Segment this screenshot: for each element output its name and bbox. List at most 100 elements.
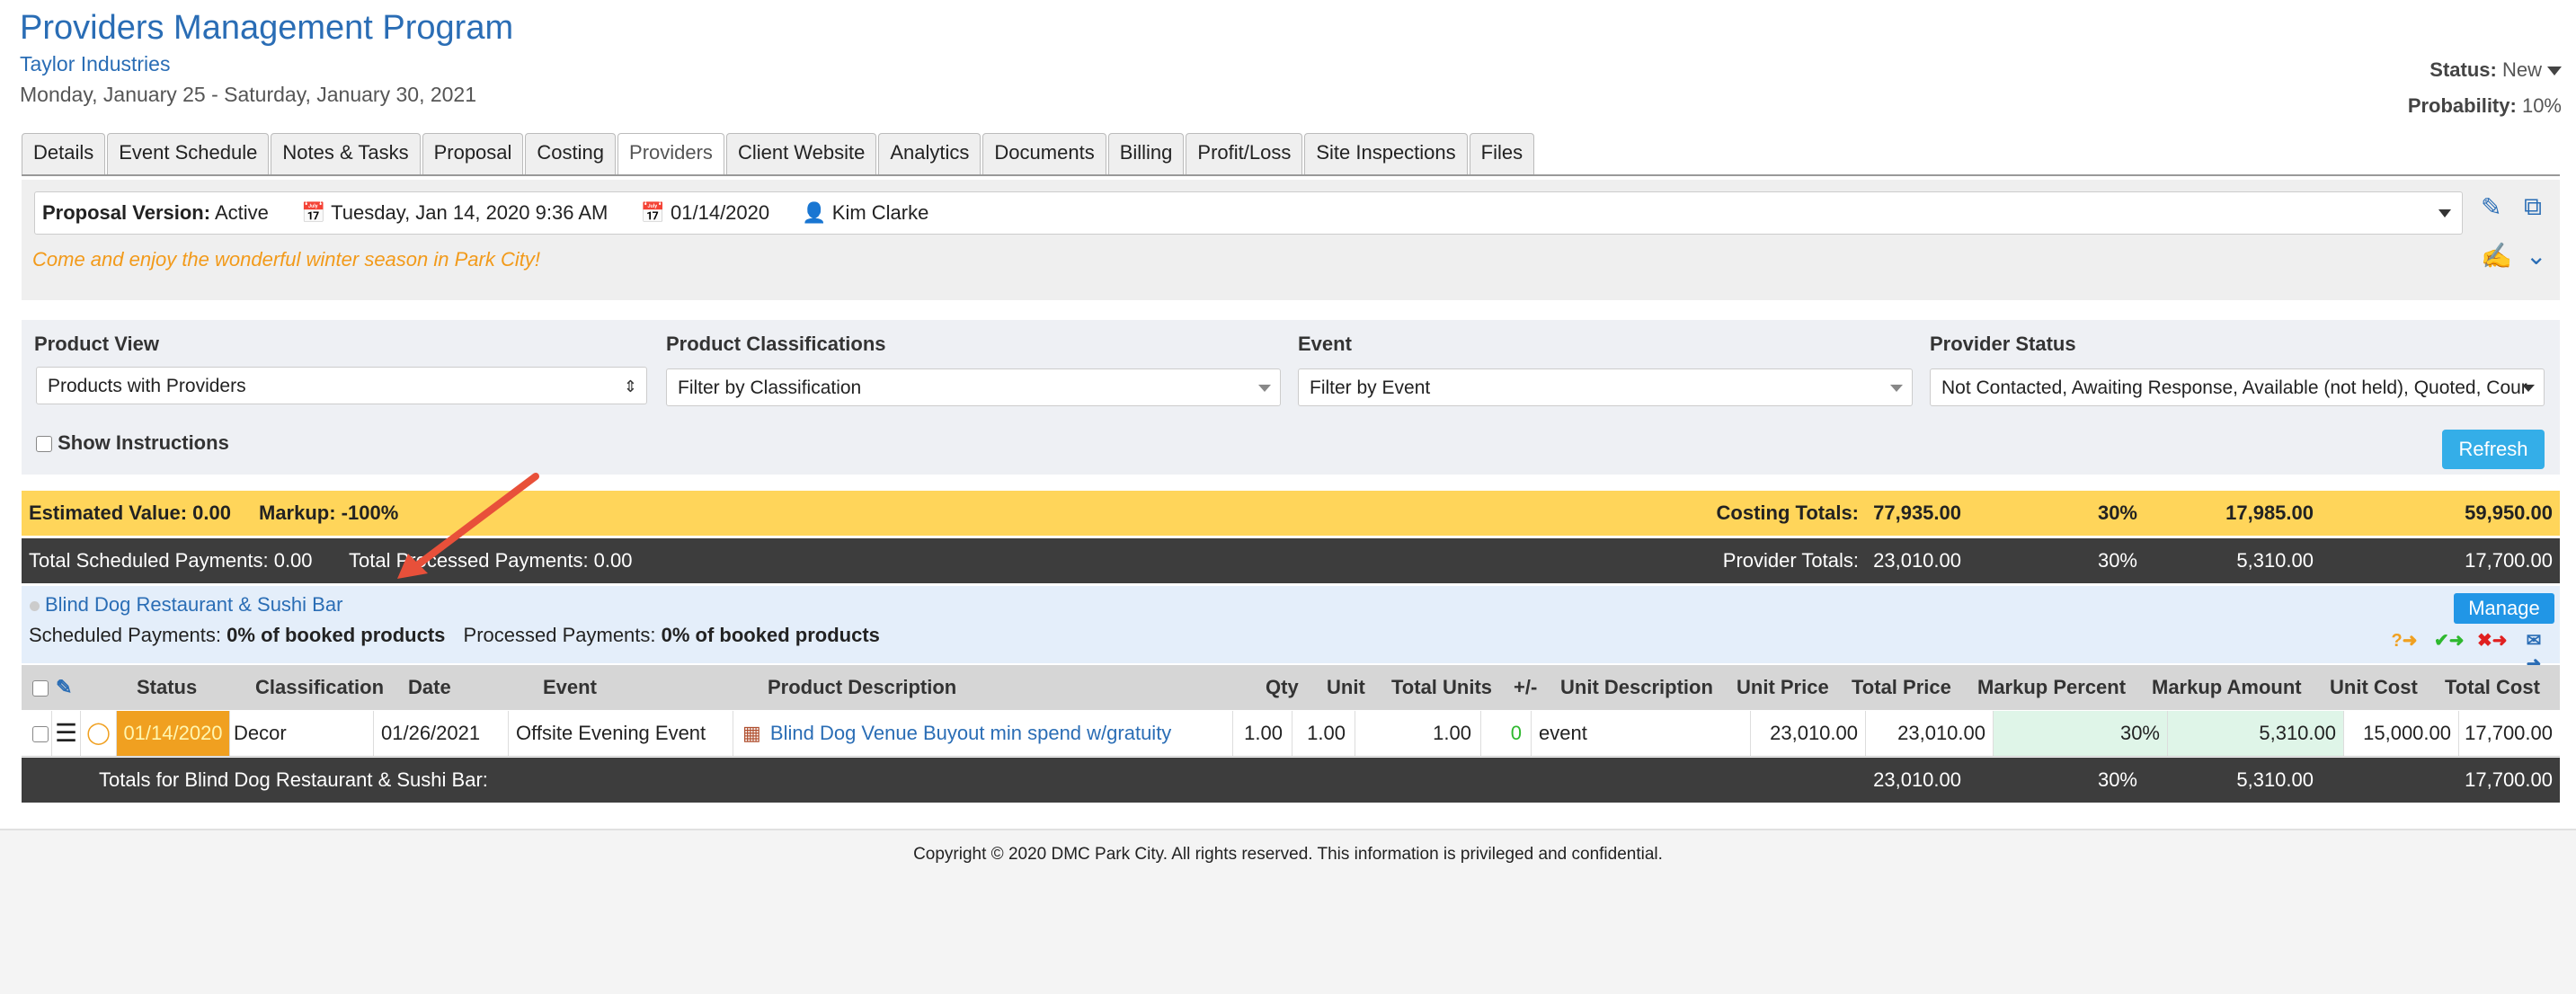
cell-event: Offsite Evening Event (509, 711, 733, 756)
proposal-version-label: Proposal Version: (42, 201, 211, 224)
edit-note-icon[interactable]: ✍ (2481, 241, 2512, 271)
copyright-text: Copyright © 2020 DMC Park City. All righ… (913, 845, 1663, 864)
pencil-icon[interactable]: ✎ (56, 665, 72, 710)
col-unit-cost[interactable]: Unit Cost (2330, 665, 2418, 710)
provider-status-value: Not Contacted, Awaiting Response, Availa… (1941, 377, 2527, 398)
tab-notes-tasks[interactable]: Notes & Tasks (271, 133, 421, 174)
status-label: Status: (2429, 58, 2497, 81)
probability-value: 10% (2521, 94, 2562, 117)
col-plus-minus[interactable]: +/- (1514, 665, 1537, 710)
provider-status-select[interactable]: Not Contacted, Awaiting Response, Availa… (1930, 368, 2545, 406)
pencil-icon[interactable]: ✎ (2481, 192, 2501, 222)
tab-proposal[interactable]: Proposal (422, 133, 524, 174)
cell-unit: 1.00 (1292, 711, 1355, 756)
annotation-arrow (397, 473, 539, 579)
proposal-owner: 👤 Kim Clarke (802, 192, 928, 234)
event-dates: Monday, January 25 - Saturday, January 3… (20, 83, 477, 106)
tab-documents[interactable]: Documents (982, 133, 1106, 174)
cell-plus-minus: 0 (1481, 711, 1532, 756)
tab-costing[interactable]: Costing (525, 133, 617, 174)
cell-total-units: 1.00 (1355, 711, 1481, 756)
product-description-link[interactable]: Blind Dog Venue Buyout min spend w/gratu… (770, 722, 1171, 744)
col-date[interactable]: Date (408, 665, 451, 710)
estimated-value: Estimated Value: 0.00 (29, 501, 231, 524)
product-view-select[interactable]: Products with Providers ⇕ (36, 367, 647, 404)
tab-site-inspections[interactable]: Site Inspections (1304, 133, 1468, 174)
proposal-version-value: Active (214, 201, 269, 224)
status-dropdown[interactable]: Status: New (2408, 52, 2562, 88)
chevron-down-icon (2547, 67, 2562, 76)
chevron-down-icon[interactable]: ⌄ (2526, 241, 2546, 271)
tab-divider (22, 174, 2560, 176)
col-qty[interactable]: Qty (1266, 665, 1299, 710)
cell-total-price: 23,010.00 (1866, 711, 1994, 756)
col-status[interactable]: Status (137, 665, 197, 710)
proposal-version: Proposal Version: Active (42, 192, 269, 234)
probability: Probability: 10% (2408, 88, 2562, 124)
page-title: Providers Management Program (20, 9, 514, 47)
classification-placeholder: Filter by Classification (678, 377, 862, 398)
tab-details[interactable]: Details (22, 133, 106, 174)
proposal-version-select[interactable]: Proposal Version: Active 📅 Tuesday, Jan … (34, 191, 2463, 235)
tab-billing[interactable]: Billing (1107, 133, 1185, 174)
col-total-units[interactable]: Total Units (1391, 665, 1492, 710)
col-markup-percent[interactable]: Markup Percent (1977, 665, 2126, 710)
col-total-cost[interactable]: Total Cost (2445, 665, 2540, 710)
status-date-badge[interactable]: 01/14/2020 (117, 711, 230, 756)
vendor-total-price: 23,010.00 (1873, 768, 1961, 791)
question-send-icon[interactable]: ?➜ (2391, 629, 2418, 652)
provider-totals-label: Provider Totals: (1722, 549, 1859, 572)
table-header: ✎ Status Classification Date Event Produ… (22, 665, 2560, 710)
tab-files[interactable]: Files (1469, 133, 1535, 174)
col-unit[interactable]: Unit (1327, 665, 1365, 710)
col-unit-price[interactable]: Unit Price (1737, 665, 1829, 710)
col-event[interactable]: Event (543, 665, 597, 710)
circle-status-icon[interactable]: ◯ (81, 711, 117, 756)
vendor-markup-percent: 30% (2097, 768, 2137, 791)
check-send-icon[interactable]: ✔➜ (2434, 629, 2465, 652)
vendor-name-link[interactable]: Blind Dog Restaurant & Sushi Bar (45, 593, 342, 617)
provider-status-label: Provider Status (1930, 333, 2076, 355)
provider-total-price: 23,010.00 (1873, 549, 1961, 572)
event-filter[interactable]: Filter by Event (1298, 368, 1913, 406)
proposal-owner-text: Kim Clarke (831, 201, 929, 224)
vendor-totals-label: Totals for Blind Dog Restaurant & Sushi … (99, 768, 488, 791)
tab-providers[interactable]: Providers (617, 133, 724, 176)
updown-icon: ⇕ (623, 377, 637, 395)
refresh-button[interactable]: Refresh (2442, 430, 2545, 469)
select-all-checkbox[interactable] (32, 665, 49, 710)
probability-label: Probability: (2407, 94, 2517, 117)
col-classification[interactable]: Classification (255, 665, 384, 710)
dropdown-arrow-icon (2522, 385, 2535, 392)
show-instructions-checkbox[interactable] (36, 436, 52, 453)
col-markup-amount[interactable]: Markup Amount (2152, 665, 2302, 710)
scheduled-payments-value: 0% of booked products (227, 624, 446, 646)
cancel-send-icon[interactable]: ✖➜ (2477, 629, 2508, 652)
classification-filter[interactable]: Filter by Classification (666, 368, 1281, 406)
costing-total-cost: 59,950.00 (2465, 501, 2553, 524)
email-send-icon[interactable]: ✉➜ (2520, 629, 2547, 674)
col-unit-description[interactable]: Unit Description (1560, 665, 1713, 710)
client-link[interactable]: Taylor Industries (20, 52, 170, 76)
tab-analytics[interactable]: Analytics (878, 133, 982, 174)
proposal-date-text: 01/14/2020 (671, 201, 770, 224)
status-block: Status: New Probability: 10% (2408, 52, 2562, 124)
proposal-created-text: Tuesday, Jan 14, 2020 9:36 AM (331, 201, 608, 224)
tab-profit-loss[interactable]: Profit/Loss (1186, 133, 1303, 174)
status-dot-icon (30, 601, 40, 611)
show-instructions-label: Show Instructions (58, 431, 229, 454)
tab-event-schedule[interactable]: Event Schedule (107, 133, 270, 174)
row-checkbox[interactable] (22, 711, 52, 756)
costing-markup-percent: 30% (2097, 501, 2137, 524)
vendor-payments: Scheduled Payments: 0% of booked product… (29, 624, 880, 647)
hamburger-menu-icon[interactable]: ☰ (52, 711, 81, 756)
col-total-price[interactable]: Total Price (1852, 665, 1951, 710)
copy-icon[interactable]: ⧉ (2524, 192, 2542, 222)
product-building-icon: ▦ (742, 722, 761, 744)
table-row: ☰ ◯ 01/14/2020 Decor 01/26/2021 Offsite … (22, 711, 2560, 757)
tab-client-website[interactable]: Client Website (725, 133, 877, 174)
manage-button[interactable]: Manage (2454, 593, 2554, 624)
processed-payments-value: 0% of booked products (661, 624, 880, 646)
show-instructions: Show Instructions (36, 431, 229, 455)
col-product-description[interactable]: Product Description (768, 665, 956, 710)
